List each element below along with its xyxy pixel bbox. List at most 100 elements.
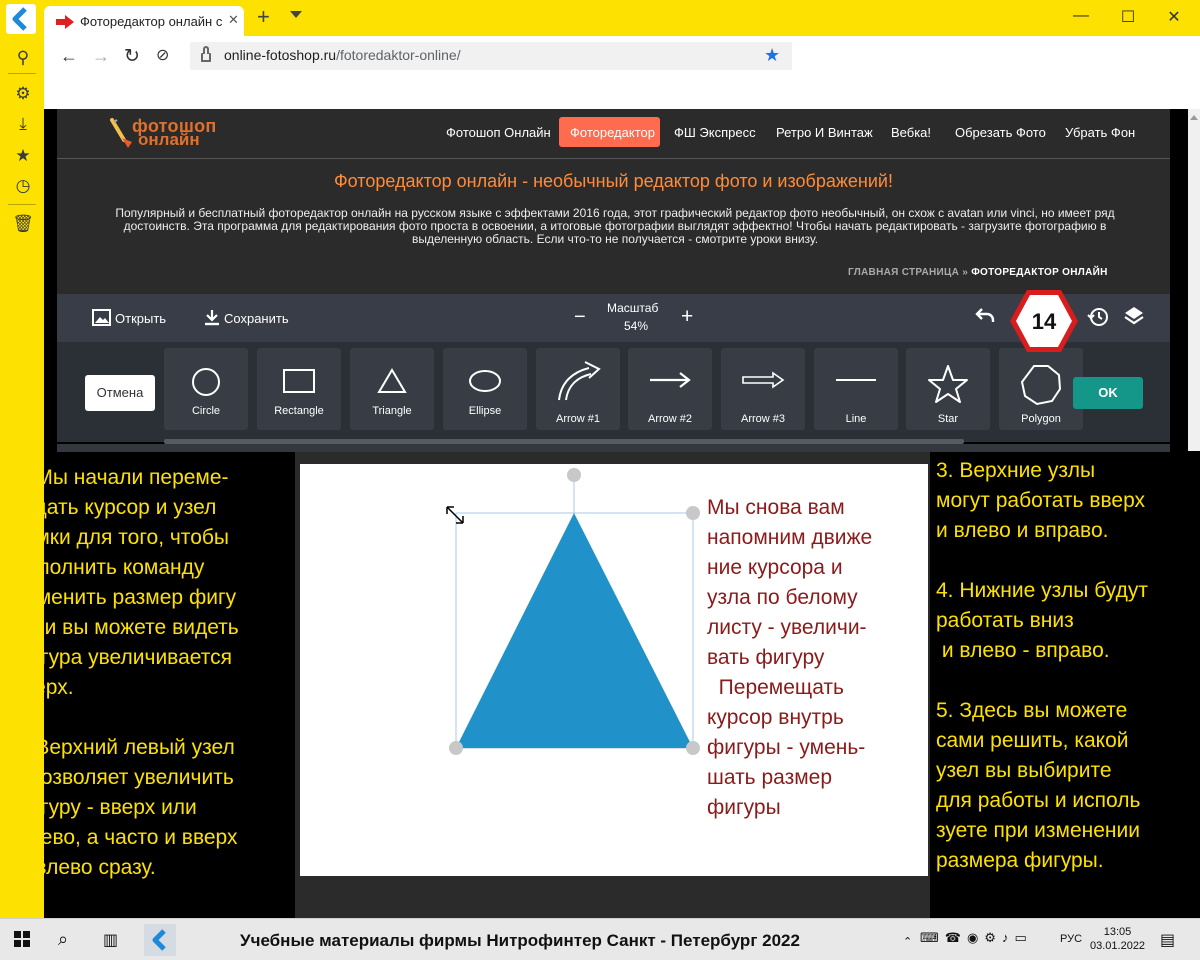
badge-number: 14 — [1032, 309, 1057, 334]
page-headline: Фоторедактор онлайн - необычный редактор… — [334, 171, 893, 191]
history-icon[interactable] — [1087, 306, 1109, 333]
zoom-value: 54% — [624, 319, 649, 333]
right-annotation: 3. Верхние узлы могут работать вверх и в… — [936, 459, 1148, 872]
tray-expand-icon[interactable]: ⌃ — [903, 935, 912, 948]
shape-label: Arrow #2 — [647, 413, 693, 425]
url-host: online-fotoshop.ru — [224, 47, 337, 63]
shape-label: Arrow #3 — [740, 413, 786, 425]
nav-crop-photo[interactable]: Обрезать Фото — [955, 125, 1046, 145]
shape-arrow-3[interactable]: Arrow #3 — [721, 348, 805, 430]
save-button[interactable]: Сохранить — [204, 309, 289, 326]
resize-handle-bottom-left — [449, 741, 463, 755]
breadcrumb-current: ФОТОРЕДАКТОР ОНЛАЙН — [971, 267, 1108, 278]
nav-fsh-express[interactable]: ФШ Экспресс — [674, 125, 756, 145]
page-scrollbar[interactable] — [1188, 109, 1200, 451]
maximize-button[interactable]: ☐ — [1118, 7, 1138, 27]
open-button[interactable]: Открыть — [92, 309, 166, 326]
polygon-icon — [1020, 365, 1062, 406]
history-icon[interactable]: ◷ — [12, 176, 34, 198]
canvas-annotation-text: Мы снова вам напомним движе ние курсора … — [707, 496, 873, 819]
task-view-icon[interactable]: ▥ — [103, 930, 118, 950]
download-icon[interactable]: ⤓ — [12, 114, 34, 136]
page-top-strip — [44, 78, 1200, 109]
shape-ellipse[interactable]: Ellipse — [443, 348, 527, 430]
nav-webcam[interactable]: Вебка! — [891, 125, 931, 145]
shape-label: Star — [937, 413, 959, 425]
shape-label: Rectangle — [274, 405, 324, 417]
sidebar-divider — [8, 73, 36, 74]
cancel-button[interactable]: Отмена — [85, 375, 155, 411]
browser-tab[interactable]: Фоторедактор онлайн с ✕ — [44, 6, 244, 36]
zoom-in-button[interactable]: + — [681, 305, 693, 329]
reload-icon[interactable]: ↻ — [124, 45, 140, 68]
shape-label: Circle — [191, 405, 221, 417]
forward-arrow-icon[interactable]: → — [92, 46, 110, 67]
new-tab-button[interactable]: + — [257, 6, 270, 28]
arrow-icon — [650, 372, 691, 388]
tray-icons[interactable]: ⌨☎◉⚙♪▭ — [920, 930, 1033, 946]
shape-star[interactable]: Star — [906, 348, 990, 430]
nav-remove-bg[interactable]: Убрать Фон — [1065, 125, 1135, 145]
nav-fotoshop-online[interactable]: Фотошоп Онлайн — [446, 125, 551, 145]
header-divider — [57, 158, 1170, 159]
undo-icon[interactable] — [974, 306, 996, 329]
protect-icon[interactable]: ⊘ — [156, 45, 169, 65]
rotate-handle — [567, 468, 581, 482]
shape-label: Arrow #1 — [555, 413, 601, 425]
bookmarks-star-icon[interactable]: ★ — [12, 146, 34, 168]
layers-icon[interactable] — [1123, 305, 1145, 332]
triangle-shape — [456, 513, 693, 748]
close-window-button[interactable]: ✕ — [1164, 7, 1184, 27]
browser-taskbar-button[interactable] — [144, 924, 176, 956]
sidebar-divider — [8, 204, 36, 205]
triangle-icon — [377, 368, 407, 393]
ellipse-icon — [469, 370, 501, 392]
search-icon[interactable]: ⌕ — [58, 929, 68, 950]
windows-start-icon[interactable] — [14, 931, 30, 952]
logo-line-2: онлайн — [138, 130, 200, 149]
outline-arrow-icon — [742, 371, 785, 389]
zoom-label: Масштаб — [607, 301, 659, 315]
settings-icon[interactable]: ⚙ — [12, 84, 34, 106]
pin-icon[interactable]: ⚲ — [12, 48, 34, 70]
url-text[interactable]: online-fotoshop.ru/fotoredaktor-online/ — [224, 47, 461, 63]
shape-label: Ellipse — [468, 405, 502, 417]
nav-retro-vintage[interactable]: Ретро И Винтаж — [776, 125, 873, 145]
ok-button[interactable]: OK — [1073, 377, 1143, 409]
zoom-out-button[interactable]: − — [574, 306, 586, 329]
shape-triangle[interactable]: Triangle — [350, 348, 434, 430]
shape-label: Triangle — [372, 405, 412, 417]
notification-icon[interactable]: ▤ — [1160, 930, 1175, 950]
shape-line[interactable]: Line — [814, 348, 898, 430]
open-label: Открыть — [115, 311, 167, 326]
browser-logo-icon[interactable] — [6, 4, 36, 34]
shape-label: Polygon — [1021, 413, 1061, 425]
back-arrow-icon[interactable]: ← — [60, 46, 78, 67]
shape-polygon[interactable]: Polygon — [999, 348, 1083, 430]
minimize-button[interactable]: — — [1071, 7, 1091, 25]
step-number-badge: 14 — [1008, 288, 1080, 359]
tab-close-icon[interactable]: ✕ — [228, 12, 239, 28]
nav-fotoredaktor[interactable]: Фоторедактор — [570, 125, 655, 145]
scroll-up-icon[interactable] — [1190, 115, 1198, 120]
brush-logo-icon — [110, 118, 132, 148]
url-path: /fotoredaktor-online/ — [336, 47, 461, 63]
circle-icon — [192, 368, 220, 396]
bookmark-star-icon[interactable]: ★ — [764, 45, 780, 66]
trash-icon[interactable]: 🗑 — [12, 214, 34, 236]
tab-menu-icon[interactable] — [290, 11, 302, 18]
shape-arrow-1[interactable]: Arrow #1 — [536, 348, 620, 430]
shape-rectangle[interactable]: Rectangle — [257, 348, 341, 430]
shape-circle[interactable]: Circle — [164, 348, 248, 430]
resize-handle-top-right — [686, 506, 700, 520]
left-annotation: 1. Мы начали переме- щать курсор и узел … — [12, 466, 239, 879]
input-language[interactable]: РУС — [1060, 933, 1082, 945]
star-icon — [928, 365, 968, 403]
lock-icon-body — [201, 53, 211, 62]
system-clock[interactable]: 13:05 03.01.2022 — [1090, 925, 1145, 953]
tab-title: Фоторедактор онлайн с — [80, 14, 223, 29]
shape-arrow-2[interactable]: Arrow #2 — [628, 348, 712, 430]
editor-separator — [57, 444, 1170, 452]
breadcrumb-home[interactable]: ГЛАВНАЯ СТРАНИЦА — [848, 267, 959, 278]
resize-handle-bottom-right — [686, 741, 700, 755]
